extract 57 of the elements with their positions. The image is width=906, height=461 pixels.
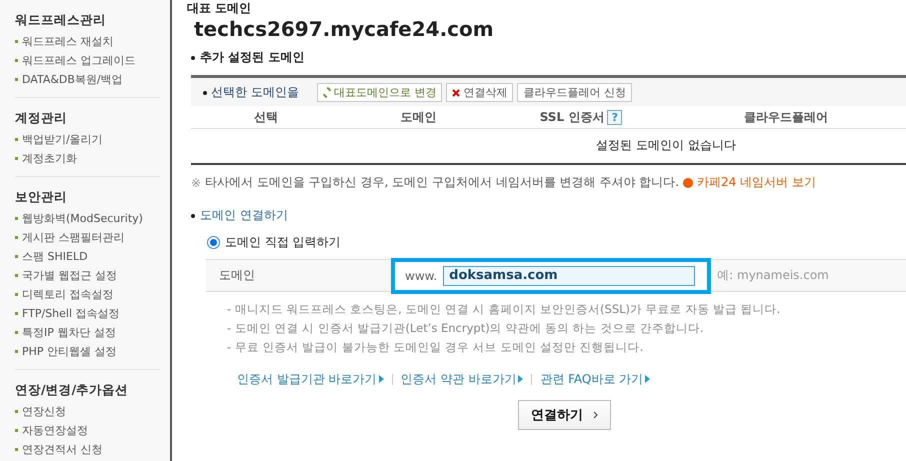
- sidebar-link[interactable]: 연장신청: [15, 402, 160, 421]
- notice-text: 타사에서 도메인을 구입하신 경우, 도메인 구입처에서 네임서버를 변경해 주셔야 합니다.: [205, 174, 680, 191]
- www-prefix: www.: [405, 268, 438, 282]
- sidebar-link[interactable]: 백업받기/올리기: [15, 130, 160, 149]
- sidebar-link[interactable]: DATA&DB복원/백업: [15, 70, 160, 89]
- sidebar-link[interactable]: 연장견적서 신청: [15, 440, 160, 459]
- section-heading: 추가 설정된 도메인: [200, 49, 304, 66]
- sidebar-heading: 연장/변경/추가옵션: [15, 382, 130, 399]
- hint-text: 예: mynameis.com: [717, 267, 829, 284]
- field-label: 도메인: [218, 267, 256, 284]
- note-text: - 매니지드 워드프레스 호스팅은, 도메인 연결 시 홈페이지 보안인증서(SSL)가 무료로 자동 발급 됩니다.: [227, 302, 782, 317]
- shortcut-link[interactable]: 관련 FAQ바로 가기: [540, 371, 650, 388]
- radio-label: 도메인 직접 입력하기: [225, 234, 341, 251]
- sidebar-heading: 보안관리: [15, 189, 68, 206]
- sidebar-link[interactable]: 자동연장설정: [15, 421, 160, 440]
- note-text: - 도메인 연결 시 인증서 발급기관(Let’s Encrypt)의 약관에 동의 하는 것으로 간주합니다.: [227, 321, 705, 336]
- bullet-icon: [191, 214, 195, 218]
- sidebar-link[interactable]: 계정초기화: [15, 149, 160, 168]
- triangle-icon: [378, 375, 384, 383]
- shortcut-link[interactable]: 인증서 약관 바로가기: [400, 371, 524, 388]
- triangle-icon: [518, 375, 524, 383]
- refresh-icon: [322, 87, 331, 98]
- sidebar-link[interactable]: PHP 안티웹셸 설정: [15, 342, 160, 361]
- action-label: 선택한 도메인을: [211, 84, 299, 101]
- chevron-icon: [593, 411, 598, 419]
- note-text: - 무료 인증서 발급이 불가능한 도메인일 경우 서브 도메인 설정만 진행됩니다.: [227, 340, 644, 355]
- notice-mark: ※: [191, 176, 202, 190]
- connect-button[interactable]: 연결하기: [518, 400, 611, 430]
- sidebar-link[interactable]: 스팸 SHIELD: [15, 247, 160, 266]
- column-header: 선택: [254, 108, 278, 126]
- radio-button[interactable]: [207, 236, 220, 249]
- sidebar-link[interactable]: 게시판 스팸필터관리: [15, 228, 160, 247]
- sidebar-heading: 계정관리: [15, 110, 68, 127]
- main-domain: techcs2697.mycafe24.com: [194, 17, 495, 41]
- empty-message: 설정된 도메인이 없습니다: [596, 138, 736, 152]
- column-header: 도메인: [400, 108, 436, 126]
- bullet-icon: [203, 90, 207, 94]
- action-button[interactable]: 대표도메인으로 변경: [316, 83, 442, 102]
- sidebar-link[interactable]: 국가별 웹접근 설정: [15, 266, 160, 285]
- action-button[interactable]: 연결삭제: [446, 83, 514, 102]
- sidebar-link[interactable]: 디렉토리 접속설정: [15, 285, 160, 304]
- section-heading: 도메인 연결하기: [200, 207, 288, 224]
- section-heading: 대표 도메인: [187, 0, 252, 17]
- shortcut-link[interactable]: 인증서 발급기관 바로가기: [237, 371, 384, 388]
- domain-input[interactable]: doksamsa.com: [443, 266, 696, 286]
- sidebar-link[interactable]: FTP/Shell 접속설정: [15, 304, 160, 323]
- close-icon: [452, 88, 460, 96]
- sidebar-link[interactable]: 웹방화벽(ModSecurity): [15, 209, 160, 228]
- sidebar-heading: 워드프레스관리: [15, 12, 107, 29]
- sidebar-link[interactable]: 워드프레스 업그레이드: [15, 51, 160, 70]
- sidebar-link[interactable]: 워드프레스 재설치: [15, 32, 160, 51]
- bullet-icon: [191, 56, 195, 60]
- sidebar-link[interactable]: 특정IP 웹차단 설정: [15, 323, 160, 342]
- triangle-icon: [645, 375, 650, 383]
- column-header: SSL 인증서: [540, 108, 604, 126]
- column-header: 클라우드플레어: [744, 108, 828, 126]
- action-button[interactable]: 클라우드플레어 신청: [517, 83, 632, 102]
